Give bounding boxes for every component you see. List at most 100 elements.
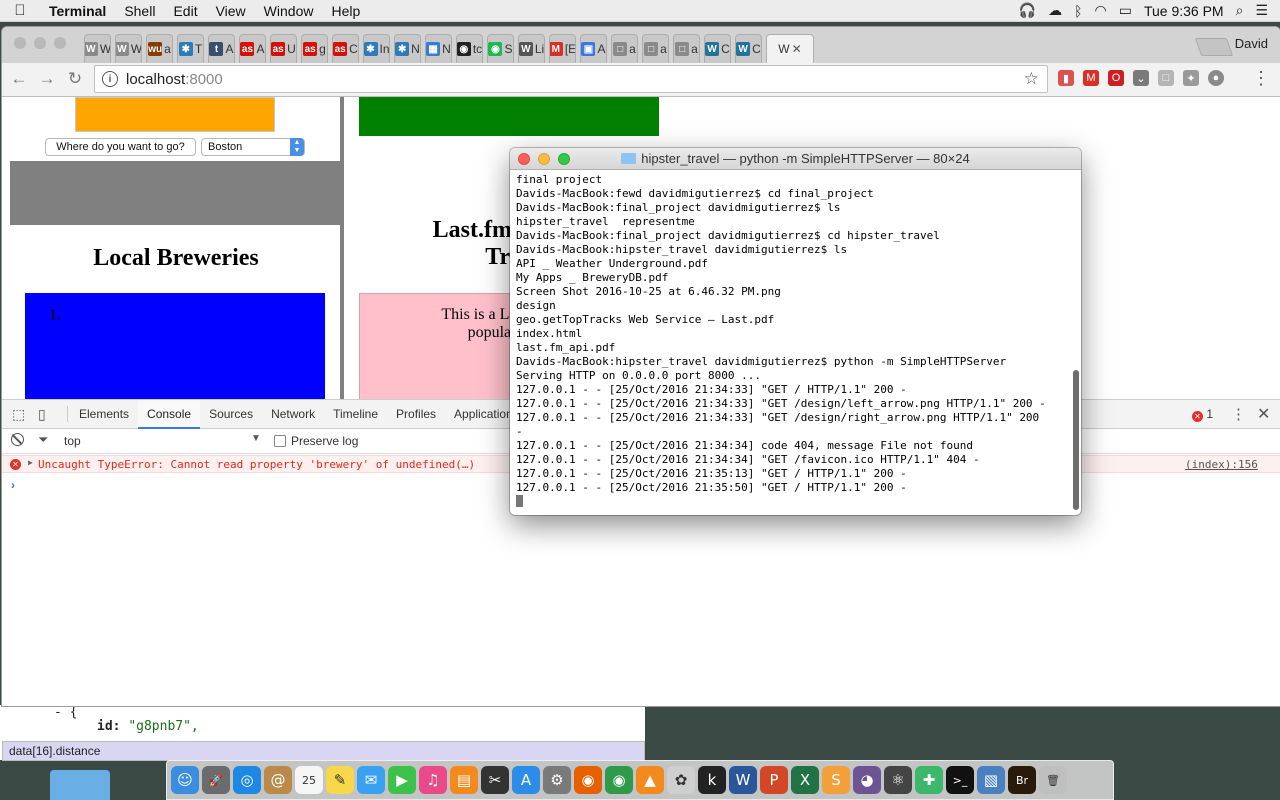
system-prefs-icon[interactable]: ⚙ bbox=[543, 766, 571, 794]
terminal-scrollbar[interactable] bbox=[1073, 370, 1079, 510]
apple-menu-icon[interactable]:  bbox=[0, 2, 40, 19]
powerpoint-icon[interactable]: P bbox=[760, 766, 788, 794]
error-counter[interactable]: ✕ 1 bbox=[1192, 407, 1213, 422]
error-source-link[interactable]: (index):156 bbox=[1185, 458, 1258, 471]
terminal-zoom-button[interactable] bbox=[558, 153, 570, 165]
firefox-icon[interactable]: ◉ bbox=[574, 766, 602, 794]
terminal-close-button[interactable] bbox=[518, 153, 530, 165]
address-bar[interactable]: i localhost:8000 ☆ bbox=[94, 65, 1048, 93]
menu-help[interactable]: Help bbox=[322, 3, 369, 19]
browser-tab[interactable]: ▦ N bbox=[425, 34, 452, 63]
headphones-icon[interactable]: 🎧 bbox=[1019, 2, 1036, 19]
menu-window[interactable]: Window bbox=[255, 3, 323, 19]
context-dropdown-icon[interactable]: ▼ bbox=[251, 433, 261, 444]
browser-tab[interactable]: ▣ A bbox=[580, 34, 607, 63]
expand-triangle-icon[interactable]: ▶ bbox=[28, 458, 33, 467]
app-menu[interactable]: Terminal bbox=[40, 3, 115, 19]
calendar-icon[interactable]: 25 bbox=[295, 766, 323, 794]
finder-icon[interactable]: ☺ bbox=[171, 766, 199, 794]
browser-tab[interactable]: as g bbox=[301, 34, 328, 63]
sublime-icon[interactable]: S bbox=[822, 766, 850, 794]
back-button[interactable]: ← bbox=[8, 69, 30, 89]
github-icon[interactable]: ◕ bbox=[853, 766, 881, 794]
browser-tab[interactable]: WW bbox=[115, 34, 142, 63]
browser-tab[interactable]: □ a bbox=[673, 34, 700, 63]
chrome-icon[interactable]: ◉ bbox=[605, 766, 633, 794]
devtools-menu-icon[interactable]: ⋮ bbox=[1231, 405, 1246, 423]
browser-tab[interactable]: WC bbox=[735, 34, 762, 63]
profile-button[interactable]: David bbox=[1235, 36, 1268, 51]
browser-tab[interactable]: ◉ S bbox=[487, 34, 514, 63]
devtools-tab-sources[interactable]: Sources bbox=[200, 400, 262, 429]
final-cut-icon[interactable]: ✂ bbox=[481, 766, 509, 794]
browser-tab[interactable]: ✱ In bbox=[363, 34, 390, 63]
bridge-icon[interactable]: Br bbox=[1008, 766, 1036, 794]
evernote-ext-icon[interactable]: ✦ bbox=[1183, 70, 1199, 86]
battery-icon[interactable]: ▭ bbox=[1119, 2, 1132, 19]
photos-icon[interactable]: ✿ bbox=[667, 766, 695, 794]
notes-icon[interactable]: ✎ bbox=[326, 766, 354, 794]
kindle-icon[interactable]: k bbox=[698, 766, 726, 794]
browser-menu-icon[interactable]: ⋮ bbox=[1252, 68, 1270, 89]
contacts-icon[interactable]: @ bbox=[264, 766, 292, 794]
device-toolbar-icon[interactable]: ▯ bbox=[38, 406, 46, 423]
launchpad-icon[interactable]: 🚀 bbox=[202, 766, 230, 794]
wifi-icon[interactable]: ◠ bbox=[1095, 2, 1107, 19]
safari-icon[interactable]: ◎ bbox=[233, 766, 261, 794]
notification-center-icon[interactable]: ☰ bbox=[1255, 2, 1268, 19]
devtools-tab-profiles[interactable]: Profiles bbox=[387, 400, 445, 429]
trash-icon[interactable]: 🗑 bbox=[1039, 766, 1067, 794]
browser-tab[interactable]: WC bbox=[704, 34, 731, 63]
atom-icon[interactable]: ⚛ bbox=[884, 766, 912, 794]
browser-tab[interactable]: ✱ N bbox=[394, 34, 421, 63]
cloud-icon[interactable]: ☁ bbox=[1048, 2, 1062, 19]
browser-tab[interactable]: wu a bbox=[146, 34, 173, 63]
forward-button[interactable]: → bbox=[36, 69, 58, 89]
clear-console-icon[interactable] bbox=[11, 433, 24, 446]
gmail-ext-icon[interactable]: M bbox=[1083, 70, 1099, 86]
browser-tab[interactable]: as A bbox=[239, 34, 266, 63]
browser-tab[interactable]: ◉ tc bbox=[456, 34, 483, 63]
close-tab-icon[interactable]: ✕ bbox=[792, 42, 802, 56]
word-icon[interactable]: W bbox=[729, 766, 757, 794]
terminal-icon[interactable]: >_ bbox=[946, 766, 974, 794]
browser-tab[interactable]: W Li bbox=[518, 34, 545, 63]
browser-tab[interactable]: as C bbox=[332, 34, 359, 63]
itunes-icon[interactable]: ♫ bbox=[419, 766, 447, 794]
city-select[interactable]: Boston ▲ ▼ bbox=[201, 138, 305, 156]
bookmark-ext-icon[interactable]: ▮ bbox=[1058, 70, 1074, 86]
browser-tab[interactable]: M [E bbox=[549, 34, 576, 63]
facetime-icon[interactable]: ▶ bbox=[388, 766, 416, 794]
menu-shell[interactable]: Shell bbox=[115, 3, 164, 19]
browser-tab[interactable]: ✱ T bbox=[177, 34, 204, 63]
browser-tab[interactable]: tA bbox=[208, 34, 235, 63]
terminal-output[interactable]: final project Davids-MacBook:fewd davidmi… bbox=[516, 173, 1066, 509]
devtools-tab-console[interactable]: Console bbox=[138, 400, 201, 429]
window-zoom-button[interactable] bbox=[54, 37, 66, 49]
where-to-go-button[interactable]: Where do you want to go? bbox=[45, 138, 196, 156]
new-tab-button[interactable] bbox=[1194, 38, 1234, 56]
window-close-button[interactable] bbox=[14, 37, 26, 49]
menu-edit[interactable]: Edit bbox=[164, 3, 206, 19]
context-selector[interactable]: top bbox=[64, 434, 81, 448]
terminal-minimize-button[interactable] bbox=[538, 153, 550, 165]
browser-tab[interactable]: as U bbox=[270, 34, 297, 63]
reload-button[interactable]: ↻ bbox=[64, 69, 86, 89]
opera-ext-icon[interactable]: O bbox=[1108, 70, 1124, 86]
spotlight-search-icon[interactable]: ⌕ bbox=[1236, 2, 1244, 19]
browser-tab[interactable]: □ a bbox=[611, 34, 638, 63]
devtools-tab-timeline[interactable]: Timeline bbox=[324, 400, 387, 429]
preview-icon[interactable]: ▧ bbox=[977, 766, 1005, 794]
preserve-log-checkbox[interactable] bbox=[274, 435, 286, 447]
browser-tab[interactable]: □ a bbox=[642, 34, 669, 63]
inspect-element-icon[interactable]: ⬚ bbox=[12, 406, 25, 423]
site-info-icon[interactable]: i bbox=[102, 71, 118, 87]
excel-icon[interactable]: X bbox=[791, 766, 819, 794]
clock[interactable]: Tue 9:36 PM bbox=[1144, 3, 1224, 19]
devtools-close-icon[interactable]: ✕ bbox=[1257, 404, 1270, 424]
bookmark-star-icon[interactable]: ☆ bbox=[1024, 69, 1039, 89]
ibooks-icon[interactable]: ▤ bbox=[450, 766, 478, 794]
window-minimize-button[interactable] bbox=[34, 37, 46, 49]
filter-icon[interactable]: ⏷ bbox=[38, 432, 48, 448]
console-prompt[interactable]: › bbox=[11, 478, 15, 492]
